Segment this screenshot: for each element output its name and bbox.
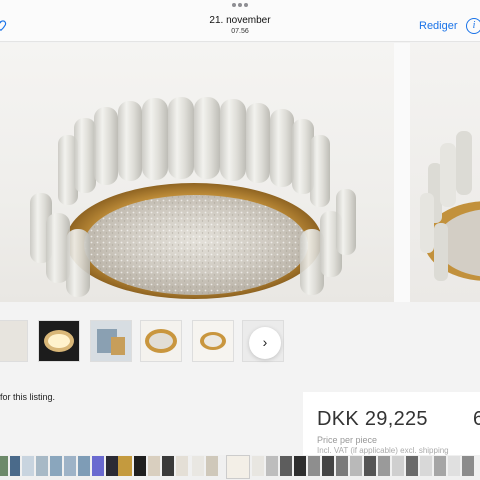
next-thumbnails-button[interactable]: › [249,327,281,359]
scrubber-thumbnail[interactable] [92,456,104,476]
scrubber-thumbnail[interactable] [252,456,264,476]
scrubber-thumbnail[interactable] [280,456,292,476]
thumbnail[interactable] [192,320,234,362]
scrubber-thumbnail[interactable] [448,456,460,476]
thumbnail[interactable] [90,320,132,362]
scrubber-thumbnail[interactable] [392,456,404,476]
scrubber-thumbnail[interactable] [336,456,348,476]
scrubber-thumbnail[interactable] [434,456,446,476]
scrubber-thumbnail[interactable] [78,456,90,476]
scrubber-thumbnail[interactable] [294,456,306,476]
photo-divider [394,43,410,302]
scrubber-thumbnail[interactable] [176,456,188,476]
ceiling-lamp-image [30,97,356,299]
edit-button[interactable]: Rediger [419,20,458,32]
main-photo[interactable] [0,43,394,302]
next-photo-preview[interactable] [410,43,480,302]
top-bar: 21. november 07.56 Rediger i [0,0,480,42]
scrubber-thumbnail[interactable] [406,456,418,476]
scrubber-thumbnail[interactable] [64,456,76,476]
scrubber-thumbnail[interactable] [22,456,34,476]
listing-note: for this listing. [0,392,56,402]
scrubber-thumbnail[interactable] [350,456,362,476]
scrubber-thumbnail[interactable] [134,456,146,476]
ceiling-lamp-preview-image [420,131,480,281]
scrubber-thumbnail[interactable] [0,456,8,476]
scrubber-thumbnail[interactable] [162,456,174,476]
thumbnail[interactable] [140,320,182,362]
scrubber-thumbnail[interactable] [364,456,376,476]
scrubber-thumbnail[interactable] [192,456,204,476]
multitasking-grabber[interactable] [232,3,248,7]
scrubber-thumbnail[interactable] [266,456,278,476]
price-label: Price per piece [317,435,378,445]
scrubber-thumbnail[interactable] [50,456,62,476]
scrubber-thumbnail[interactable] [206,456,218,476]
photos-app-screen: 21. november 07.56 Rediger i › for this … [0,0,480,480]
thumbnail[interactable] [38,320,80,362]
scrubber-thumbnail[interactable] [10,456,20,476]
photo-scrubber[interactable] [0,455,480,480]
scrubber-current-photo[interactable] [226,455,250,479]
scrubber-thumbnail[interactable] [118,456,132,476]
price-card: DKK 29,225 6 Price per piece Incl. VAT (… [303,392,480,456]
price-amount-secondary: 6 [473,408,480,430]
scrubber-thumbnail[interactable] [420,456,432,476]
scrubber-thumbnail[interactable] [36,456,48,476]
thumbnail-strip [0,316,480,364]
price-amount: DKK 29,225 [317,408,428,430]
photo-date: 21. november [209,15,271,26]
scrubber-thumbnail[interactable] [462,456,474,476]
scrubber-thumbnail[interactable] [308,456,320,476]
scrubber-thumbnail[interactable] [148,456,160,476]
photo-time: 07.56 [231,28,249,35]
scrubber-thumbnail[interactable] [378,456,390,476]
info-icon[interactable]: i [466,18,480,34]
scrubber-thumbnail[interactable] [106,456,118,476]
price-vat-note: Incl. VAT (if applicable) excl. shipping [317,446,449,455]
scrubber-thumbnail[interactable] [322,456,334,476]
thumbnail[interactable] [0,320,28,362]
